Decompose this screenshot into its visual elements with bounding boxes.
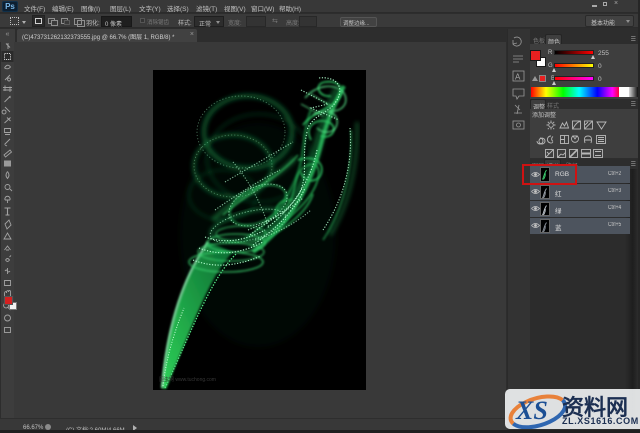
svg-text:XS: XS [515, 396, 548, 425]
svg-text:A: A [515, 73, 521, 82]
